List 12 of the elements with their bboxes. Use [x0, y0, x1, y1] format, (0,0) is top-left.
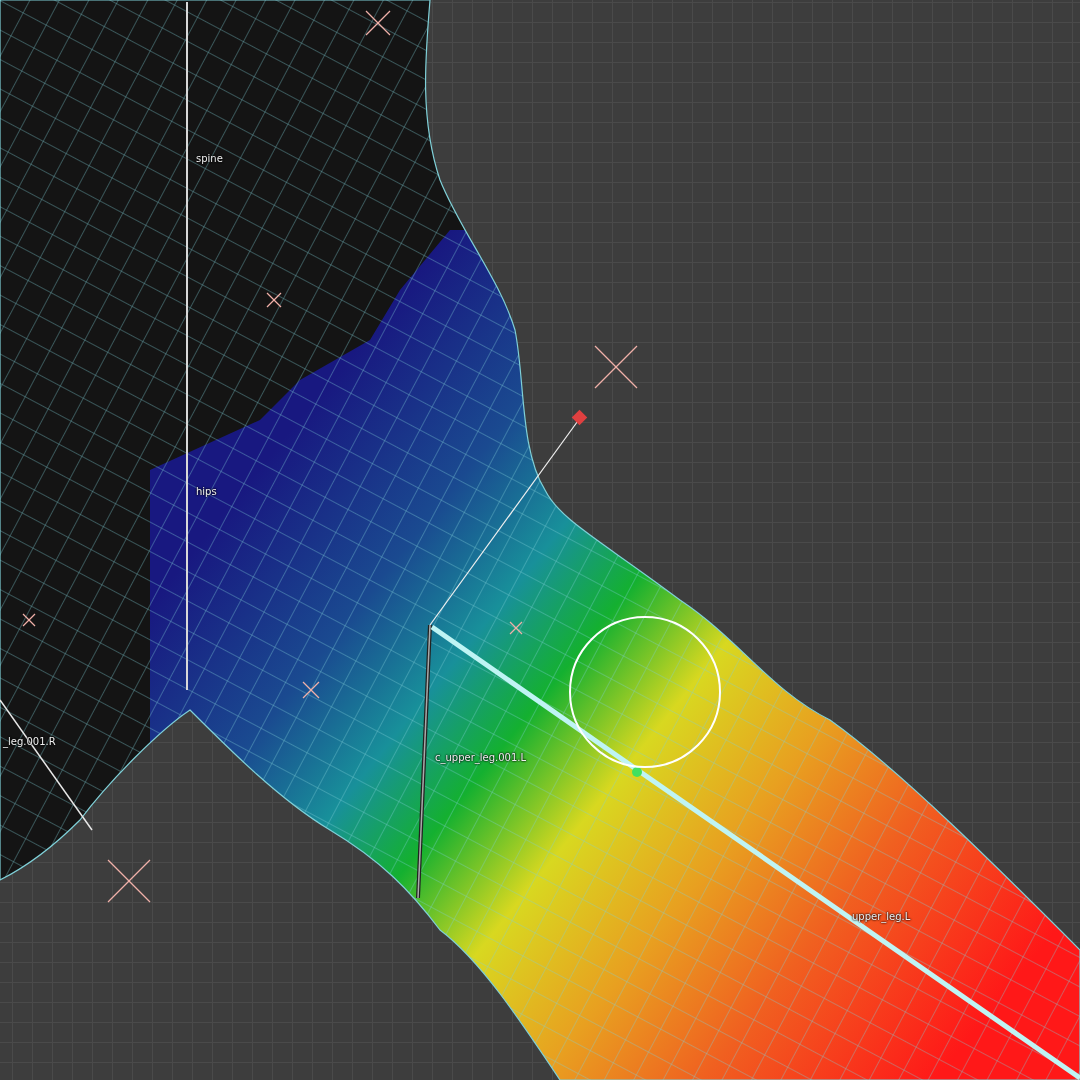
axis-marker	[22, 613, 36, 627]
bone-label: c_upper_leg.001.L	[435, 752, 527, 764]
axis-marker	[594, 345, 638, 389]
axis-marker	[509, 621, 523, 635]
axis-marker	[266, 292, 282, 308]
bone-label: spine	[196, 153, 223, 165]
bone-label: hips	[196, 486, 217, 498]
axis-marker	[107, 859, 151, 903]
bone[interactable]	[416, 624, 432, 899]
axis-marker	[365, 10, 391, 36]
axis-marker	[302, 681, 320, 699]
bone-label: upper_leg.L	[852, 911, 911, 923]
